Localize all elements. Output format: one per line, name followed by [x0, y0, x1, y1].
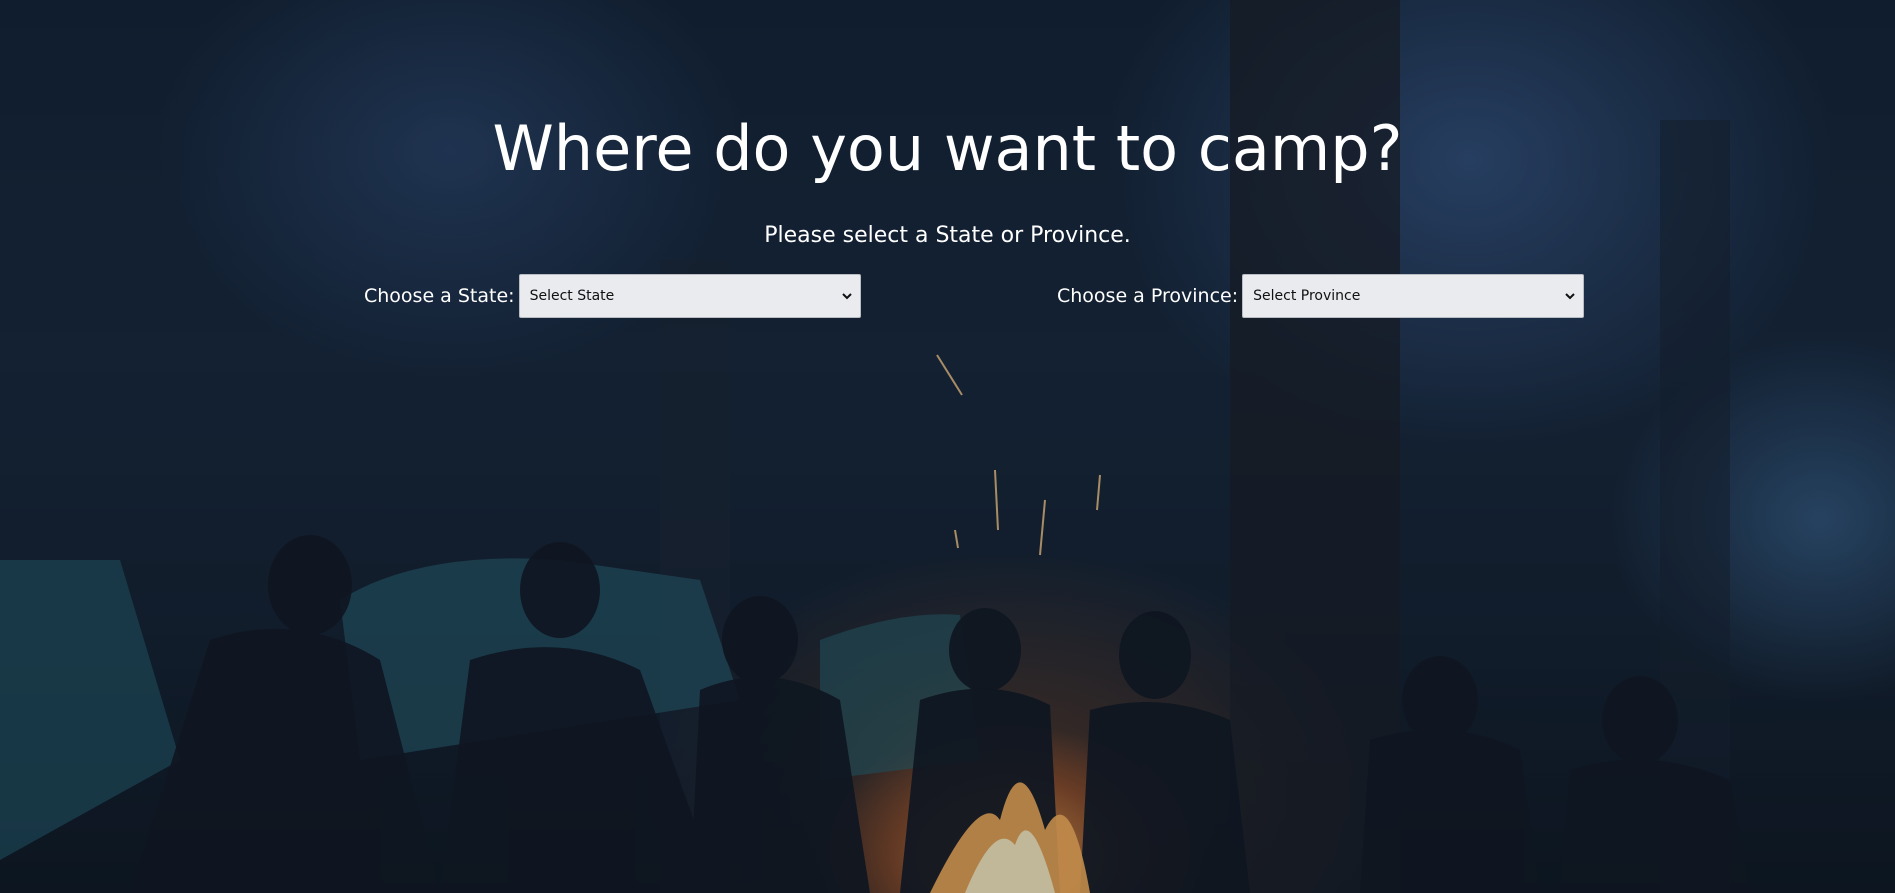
state-select[interactable]: Select State [518, 274, 861, 318]
state-label: Choose a State: [364, 285, 515, 307]
province-label: Choose a Province: [1057, 285, 1239, 307]
province-select[interactable]: Select Province [1242, 274, 1585, 318]
chevron-down-icon [1563, 289, 1577, 303]
chevron-down-icon [840, 289, 854, 303]
main-content: Where do you want to camp? Please select… [0, 0, 1895, 893]
page-title: Where do you want to camp? [492, 112, 1403, 185]
province-field: Choose a Province: Select Province [1057, 273, 1585, 319]
state-field: Choose a State: Select State [364, 273, 861, 319]
page-subtitle: Please select a State or Province. [764, 223, 1131, 248]
state-select-value: Select State [529, 288, 615, 304]
page: Where do you want to camp? Please select… [0, 0, 1895, 893]
province-select-value: Select Province [1253, 288, 1361, 304]
